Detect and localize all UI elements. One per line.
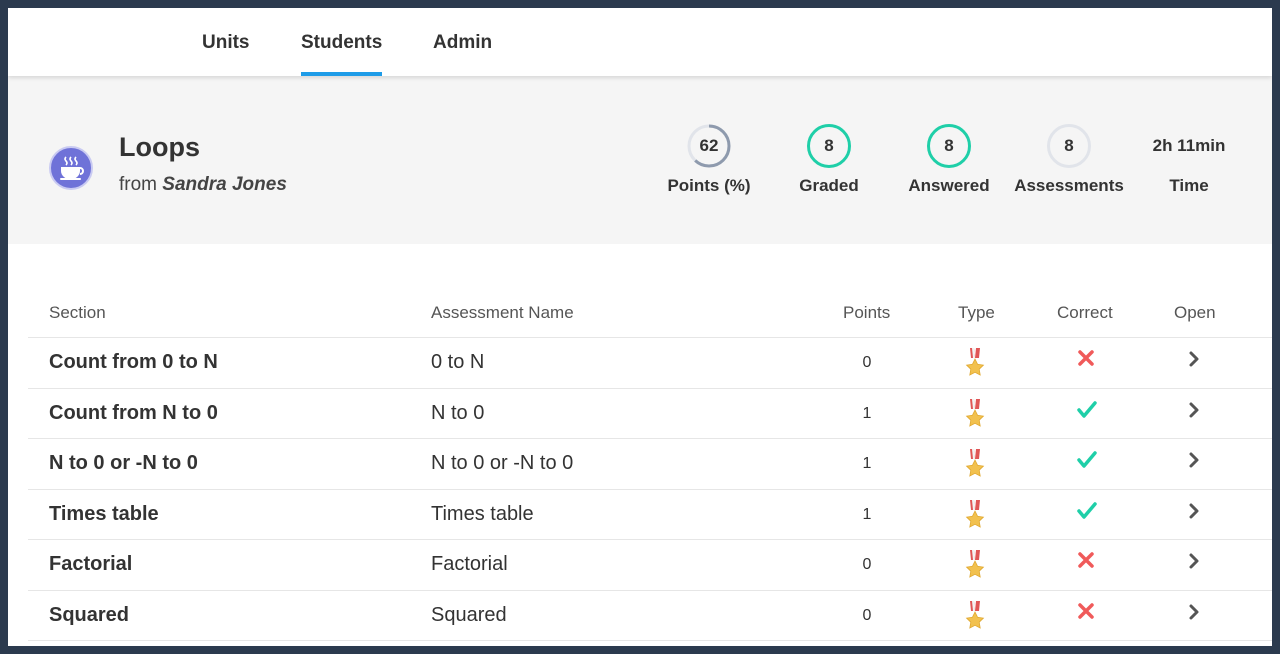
chevron-right-icon[interactable] (1186, 500, 1202, 528)
row-points: 0 (862, 354, 872, 371)
cross-icon (1076, 550, 1096, 576)
graded-ring: 8 (807, 124, 851, 168)
row-points: 0 (862, 606, 872, 624)
stat-answered: 8 Answered (889, 124, 1009, 196)
stat-time: 2h 11min Time (1129, 124, 1249, 196)
checkmark-icon (1076, 449, 1098, 477)
row-section: Count from N to 0 (49, 401, 218, 424)
row-section: Factorial (49, 553, 133, 575)
graded-label: Graded (799, 176, 859, 195)
cross-icon (1076, 601, 1096, 627)
table-header: Section Assessment Name Points Type Corr… (28, 294, 1272, 338)
header-type[interactable]: Type (958, 303, 995, 323)
table-row[interactable]: Count from 0 to N 0 to N 0 (28, 338, 1272, 389)
tab-admin[interactable]: Admin (433, 32, 492, 76)
graded-value: 8 (824, 136, 834, 155)
time-label: Time (1169, 176, 1209, 195)
row-assessment-name: Times table (431, 502, 534, 525)
chevron-right-icon[interactable] (1186, 348, 1202, 376)
header-correct[interactable]: Correct (1057, 303, 1113, 323)
answered-label: Answered (908, 176, 990, 195)
row-points: 0 (862, 556, 872, 573)
time-value: 2h 11min (1152, 136, 1226, 155)
checkmark-icon (1076, 399, 1098, 427)
points-label: Points (%) (667, 176, 751, 195)
tab-students[interactable]: Students (301, 32, 383, 76)
stat-graded: 8 Graded (769, 124, 889, 196)
row-assessment-name: N to 0 or -N to 0 (431, 452, 574, 474)
course-title: Loops (119, 132, 200, 162)
app-frame: Units Students Admin Loops from Sandra J… (8, 8, 1272, 646)
table-row[interactable]: Factorial Factorial 0 (28, 540, 1272, 591)
course-header: Loops from Sandra Jones 62 Points (%) 8 … (8, 76, 1272, 244)
chevron-right-icon[interactable] (1186, 601, 1202, 629)
chevron-right-icon[interactable] (1186, 449, 1202, 477)
row-points: 1 (862, 505, 872, 523)
points-value: 62 (699, 136, 719, 155)
points-ring: 62 (687, 124, 731, 168)
medal-icon (964, 600, 986, 637)
header-assessment-name[interactable]: Assessment Name (431, 303, 574, 323)
row-section: Squared (49, 603, 130, 626)
medal-icon (964, 449, 986, 485)
assessments-ring: 8 (1047, 124, 1091, 168)
checkmark-icon (1076, 500, 1098, 528)
row-section: N to 0 or -N to 0 (49, 452, 198, 474)
answered-value: 8 (944, 136, 954, 155)
medal-icon (964, 499, 986, 536)
table-row[interactable]: Count from N to 0 N to 0 1 (28, 389, 1272, 439)
row-points: 1 (862, 455, 872, 472)
stat-assessments: 8 Assessments (1009, 124, 1129, 196)
table-row[interactable]: Times table Times table 1 (28, 490, 1272, 540)
author-name: Sandra Jones (162, 174, 287, 195)
chevron-right-icon[interactable] (1186, 550, 1202, 578)
header-points[interactable]: Points (843, 303, 890, 323)
row-assessment-name: N to 0 (431, 401, 485, 424)
table-row[interactable]: N to 0 or -N to 0 N to 0 or -N to 0 1 (28, 439, 1272, 490)
medal-icon (964, 348, 986, 384)
tab-units[interactable]: Units (202, 32, 250, 76)
row-assessment-name: 0 to N (431, 351, 485, 373)
row-points: 1 (862, 404, 872, 422)
assessments-value: 8 (1064, 136, 1074, 155)
course-author: from Sandra Jones (119, 174, 287, 196)
table-row[interactable]: Squared Squared 0 (28, 591, 1272, 641)
row-section: Count from 0 to N (49, 351, 218, 373)
medal-icon (964, 550, 986, 586)
top-navigation: Units Students Admin (8, 8, 1272, 76)
header-section[interactable]: Section (49, 303, 106, 323)
cross-icon (1076, 348, 1096, 374)
header-open[interactable]: Open (1174, 303, 1216, 323)
chevron-right-icon[interactable] (1186, 399, 1202, 427)
row-assessment-name: Squared (431, 603, 507, 626)
row-assessment-name: Factorial (431, 553, 508, 575)
author-prefix: from (119, 174, 157, 195)
answered-ring: 8 (927, 124, 971, 168)
stat-points: 62 Points (%) (649, 124, 769, 196)
assessments-label: Assessments (1014, 176, 1124, 195)
coffee-cup-icon (49, 146, 93, 190)
row-section: Times table (49, 502, 159, 525)
medal-icon (964, 398, 986, 435)
